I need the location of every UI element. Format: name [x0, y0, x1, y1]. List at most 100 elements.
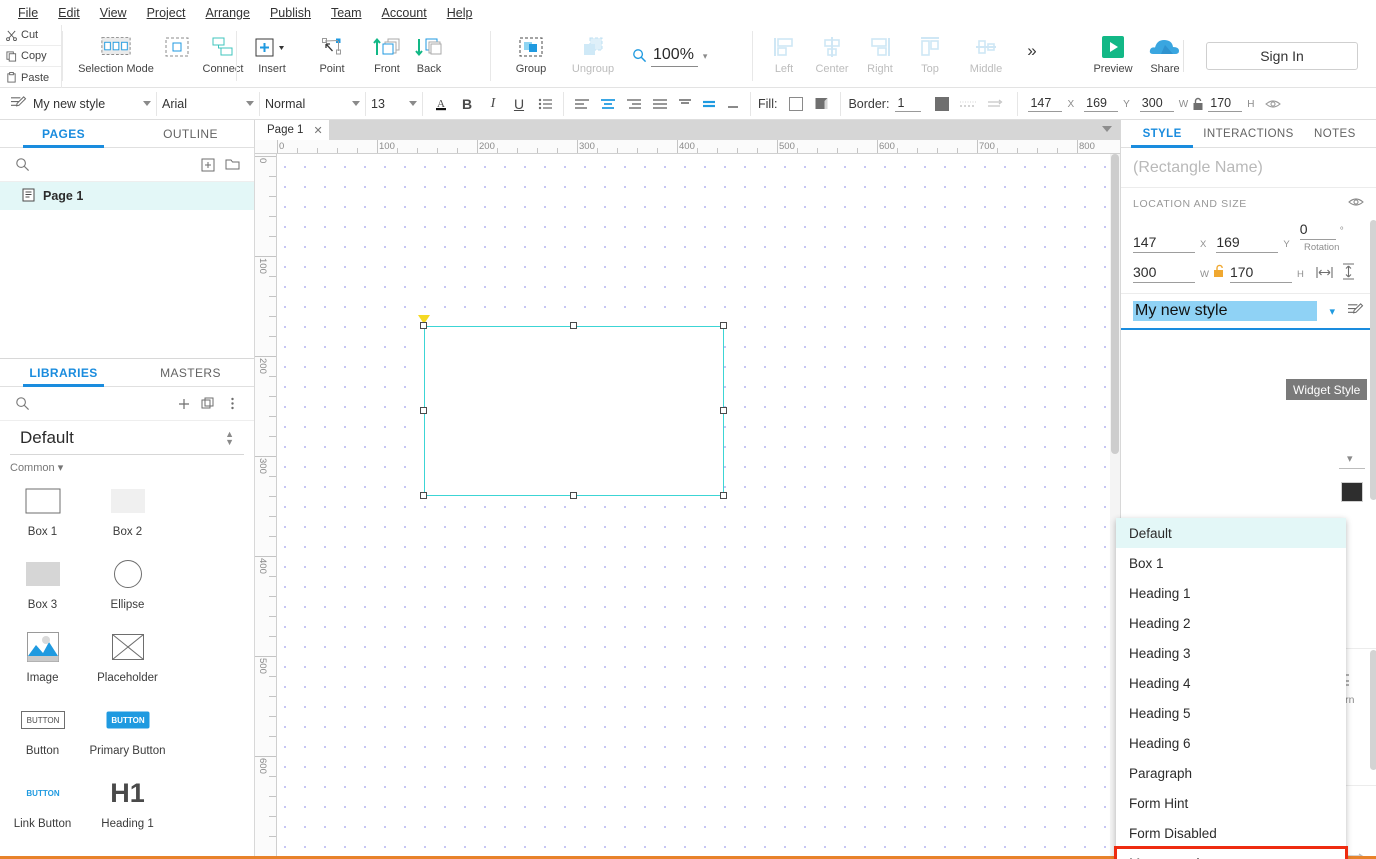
- menu-item-team[interactable]: Team: [321, 3, 372, 23]
- menu-item-publish[interactable]: Publish: [260, 3, 321, 23]
- font-weight-select[interactable]: Normal: [265, 92, 360, 116]
- canvas-tab-overflow-icon[interactable]: [1102, 126, 1112, 132]
- horizontal-ruler[interactable]: 0 100 200 300 400 500 600 700 800: [255, 140, 1120, 154]
- x-value[interactable]: 147: [1028, 96, 1063, 112]
- rectangle-widget[interactable]: [424, 326, 724, 496]
- widget-item-image[interactable]: Image: [0, 624, 85, 684]
- menu-item-edit[interactable]: Edit: [48, 3, 90, 23]
- tab-outline[interactable]: OUTLINE: [127, 120, 254, 147]
- menu-item-arrange[interactable]: Arrange: [195, 3, 259, 23]
- menu-item-help[interactable]: Help: [437, 3, 483, 23]
- zoom-value[interactable]: 100%: [651, 46, 698, 67]
- right-panel-scroll-thumb[interactable]: [1370, 220, 1376, 500]
- align-center-button[interactable]: Center: [806, 25, 858, 75]
- plus-icon[interactable]: [172, 393, 196, 415]
- resize-handle-bottom-left[interactable]: [420, 492, 427, 499]
- tab-masters[interactable]: MASTERS: [127, 359, 254, 386]
- resize-handle-middle-right[interactable]: [720, 407, 727, 414]
- canvas-tab-page-1[interactable]: Page 1 ✕: [255, 120, 329, 140]
- widget-item-button[interactable]: BUTTON Button: [0, 697, 85, 757]
- insert-button[interactable]: Insert: [246, 25, 298, 75]
- y-field[interactable]: 169 Y: [1084, 96, 1130, 112]
- ungroup-button[interactable]: Ungroup: [562, 25, 624, 75]
- y-value[interactable]: 169: [1084, 96, 1119, 112]
- sign-in-button[interactable]: Sign In: [1206, 42, 1358, 70]
- widget-item-placeholder[interactable]: Placeholder: [85, 624, 170, 684]
- dropdown-option-form-disabled[interactable]: Form Disabled: [1116, 818, 1346, 848]
- x-field[interactable]: 147 X: [1028, 96, 1074, 112]
- share-button[interactable]: Share: [1141, 25, 1189, 75]
- resize-handle-top-center[interactable]: [570, 322, 577, 329]
- h-value[interactable]: 170: [1208, 96, 1243, 112]
- align-middle-button[interactable]: Middle: [958, 25, 1014, 75]
- toolbar-overflow-button[interactable]: »: [1014, 25, 1050, 60]
- border-style-button[interactable]: [955, 92, 981, 116]
- front-button[interactable]: Front: [366, 25, 408, 75]
- group-button[interactable]: Group: [500, 25, 562, 75]
- search-icon[interactable]: [10, 154, 34, 176]
- paste-button[interactable]: Paste: [0, 67, 61, 88]
- fill-color-swatch[interactable]: [783, 92, 809, 116]
- chevron-down-icon[interactable]: ▾: [703, 51, 708, 62]
- copy-button[interactable]: Copy: [0, 46, 61, 67]
- menu-item-account[interactable]: Account: [372, 3, 437, 23]
- library-group-header[interactable]: Common ▾: [0, 455, 254, 476]
- dropdown-option-heading-3[interactable]: Heading 3: [1116, 638, 1346, 668]
- vertical-ruler[interactable]: 0 100 200 300 400 500 600: [255, 154, 277, 859]
- dropdown-option-heading-4[interactable]: Heading 4: [1116, 668, 1346, 698]
- close-icon[interactable]: ✕: [313, 124, 322, 137]
- h-field[interactable]: 170 H: [1208, 96, 1254, 112]
- canvas-scroll-thumb[interactable]: [1111, 154, 1119, 454]
- color-swatch[interactable]: [1341, 482, 1363, 502]
- library-select[interactable]: Default ▲ ▼: [10, 421, 244, 455]
- dropdown-option-heading-2[interactable]: Heading 2: [1116, 608, 1346, 638]
- align-top-button[interactable]: Top: [902, 25, 958, 75]
- page-list-item[interactable]: Page 1: [0, 182, 254, 210]
- align-left-button[interactable]: Left: [762, 25, 806, 75]
- border-color-swatch[interactable]: [929, 92, 955, 116]
- dropdown-option-heading-1[interactable]: Heading 1: [1116, 578, 1346, 608]
- resize-handle-top-right[interactable]: [720, 322, 727, 329]
- add-folder-icon[interactable]: [220, 154, 244, 176]
- widget-item-box-1[interactable]: Box 1: [0, 478, 85, 538]
- design-canvas[interactable]: [277, 154, 1120, 859]
- widget-item-heading-1[interactable]: H1 Heading 1: [85, 770, 170, 831]
- text-align-justify-button[interactable]: [647, 92, 673, 116]
- aspect-lock-icon[interactable]: [1188, 92, 1208, 116]
- kebab-menu-icon[interactable]: [220, 393, 244, 415]
- valign-top-button[interactable]: [673, 92, 697, 116]
- fill-gradient-button[interactable]: [809, 92, 835, 116]
- italic-button[interactable]: I: [480, 92, 506, 116]
- back-button[interactable]: Back: [408, 25, 450, 75]
- menu-item-file[interactable]: File: [8, 3, 48, 23]
- resize-handle-middle-left[interactable]: [420, 407, 427, 414]
- widget-style-select[interactable]: My new style: [33, 92, 151, 116]
- arrow-style-button[interactable]: [981, 92, 1007, 116]
- tab-pages[interactable]: PAGES: [0, 120, 127, 148]
- menu-item-project[interactable]: Project: [137, 3, 196, 23]
- tab-libraries[interactable]: LIBRARIES: [0, 359, 127, 387]
- add-page-icon[interactable]: [196, 154, 220, 176]
- font-color-button[interactable]: A: [428, 92, 454, 116]
- dropdown-option-form-hint[interactable]: Form Hint: [1116, 788, 1346, 818]
- widget-item-box-3[interactable]: Box 3: [0, 551, 85, 611]
- resize-handle-bottom-center[interactable]: [570, 492, 577, 499]
- right-panel-scroll-thumb-2[interactable]: [1370, 650, 1376, 770]
- dropdown-option-heading-5[interactable]: Heading 5: [1116, 698, 1346, 728]
- widget-item-link-button[interactable]: BUTTON Link Button: [0, 770, 85, 830]
- zoom-control[interactable]: 100% ▾: [632, 46, 707, 67]
- resize-handle-bottom-right[interactable]: [720, 492, 727, 499]
- dropdown-option-heading-6[interactable]: Heading 6: [1116, 728, 1346, 758]
- underline-button[interactable]: U: [506, 92, 532, 116]
- preview-button[interactable]: Preview: [1085, 25, 1141, 75]
- dropdown-option-paragraph[interactable]: Paragraph: [1116, 758, 1346, 788]
- align-right-button[interactable]: Right: [858, 25, 902, 75]
- text-align-center-button[interactable]: [595, 92, 621, 116]
- selection-mode-button[interactable]: Selection Mode: [72, 25, 160, 75]
- valign-middle-button[interactable]: [697, 92, 721, 116]
- font-size-select[interactable]: 13: [371, 92, 417, 116]
- w-field[interactable]: 300 W: [1139, 96, 1188, 112]
- valign-bottom-button[interactable]: [721, 92, 745, 116]
- bold-button[interactable]: B: [454, 92, 480, 116]
- widget-item-box-2[interactable]: Box 2: [85, 478, 170, 538]
